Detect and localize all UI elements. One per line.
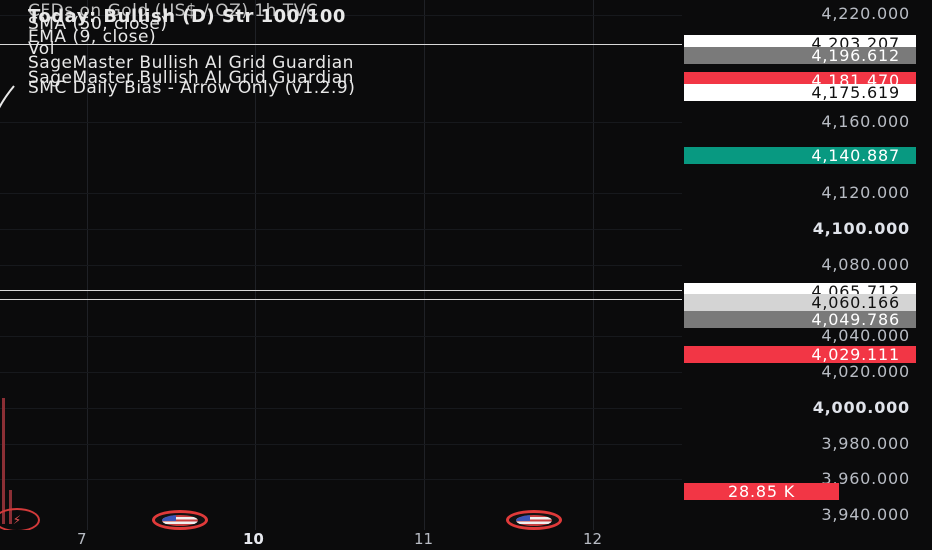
price-label: 4,049.786 — [684, 311, 916, 328]
time-label: 12 — [583, 530, 603, 548]
grid-line — [0, 444, 682, 445]
price-tick: 4,080.000 — [821, 255, 910, 274]
price-tick: 4,100.000 — [812, 219, 910, 238]
price-axis[interactable]: 4,220.000 4,160.000 4,120.000 4,100.000 … — [682, 0, 932, 530]
grid-line — [0, 229, 682, 230]
level-line[interactable] — [0, 299, 682, 300]
price-tick: 4,000.000 — [812, 398, 910, 417]
time-label: 10 — [243, 530, 264, 548]
price-tick: 4,160.000 — [821, 112, 910, 131]
legend-indicator-3[interactable]: SMC Daily Bias - Arrow Only (v1.2.9) — [28, 80, 355, 97]
chart-area[interactable]: CFDs on Gold (US$ / OZ) 1h TVC Today: Bu… — [0, 0, 682, 530]
price-tick: 4,020.000 — [821, 362, 910, 381]
price-label: 4,196.612 — [684, 47, 916, 64]
volume-bar — [2, 398, 5, 524]
price-tick: 3,980.000 — [821, 434, 910, 453]
time-label: 7 — [77, 530, 87, 548]
grid-line — [0, 265, 682, 266]
price-label: 4,029.111 — [684, 346, 916, 363]
price-tick: 4,220.000 — [821, 4, 910, 23]
time-axis[interactable]: 7 10 11 12 — [0, 524, 682, 550]
level-line[interactable] — [0, 290, 682, 291]
price-tick: 4,120.000 — [821, 183, 910, 202]
price-label: 4,060.166 — [684, 294, 916, 311]
grid-line — [0, 408, 682, 409]
grid-line — [0, 193, 682, 194]
check-arrow-icon — [0, 85, 15, 109]
price-label: 4,140.887 — [684, 147, 916, 164]
grid-line — [0, 336, 682, 337]
grid-line — [0, 122, 682, 123]
grid-line — [0, 479, 682, 480]
price-tick: 3,940.000 — [821, 505, 910, 524]
grid-line — [0, 372, 682, 373]
volume-label: 28.85 K — [684, 483, 839, 500]
price-label: 4,175.619 — [684, 84, 916, 101]
time-label: 11 — [414, 530, 434, 548]
